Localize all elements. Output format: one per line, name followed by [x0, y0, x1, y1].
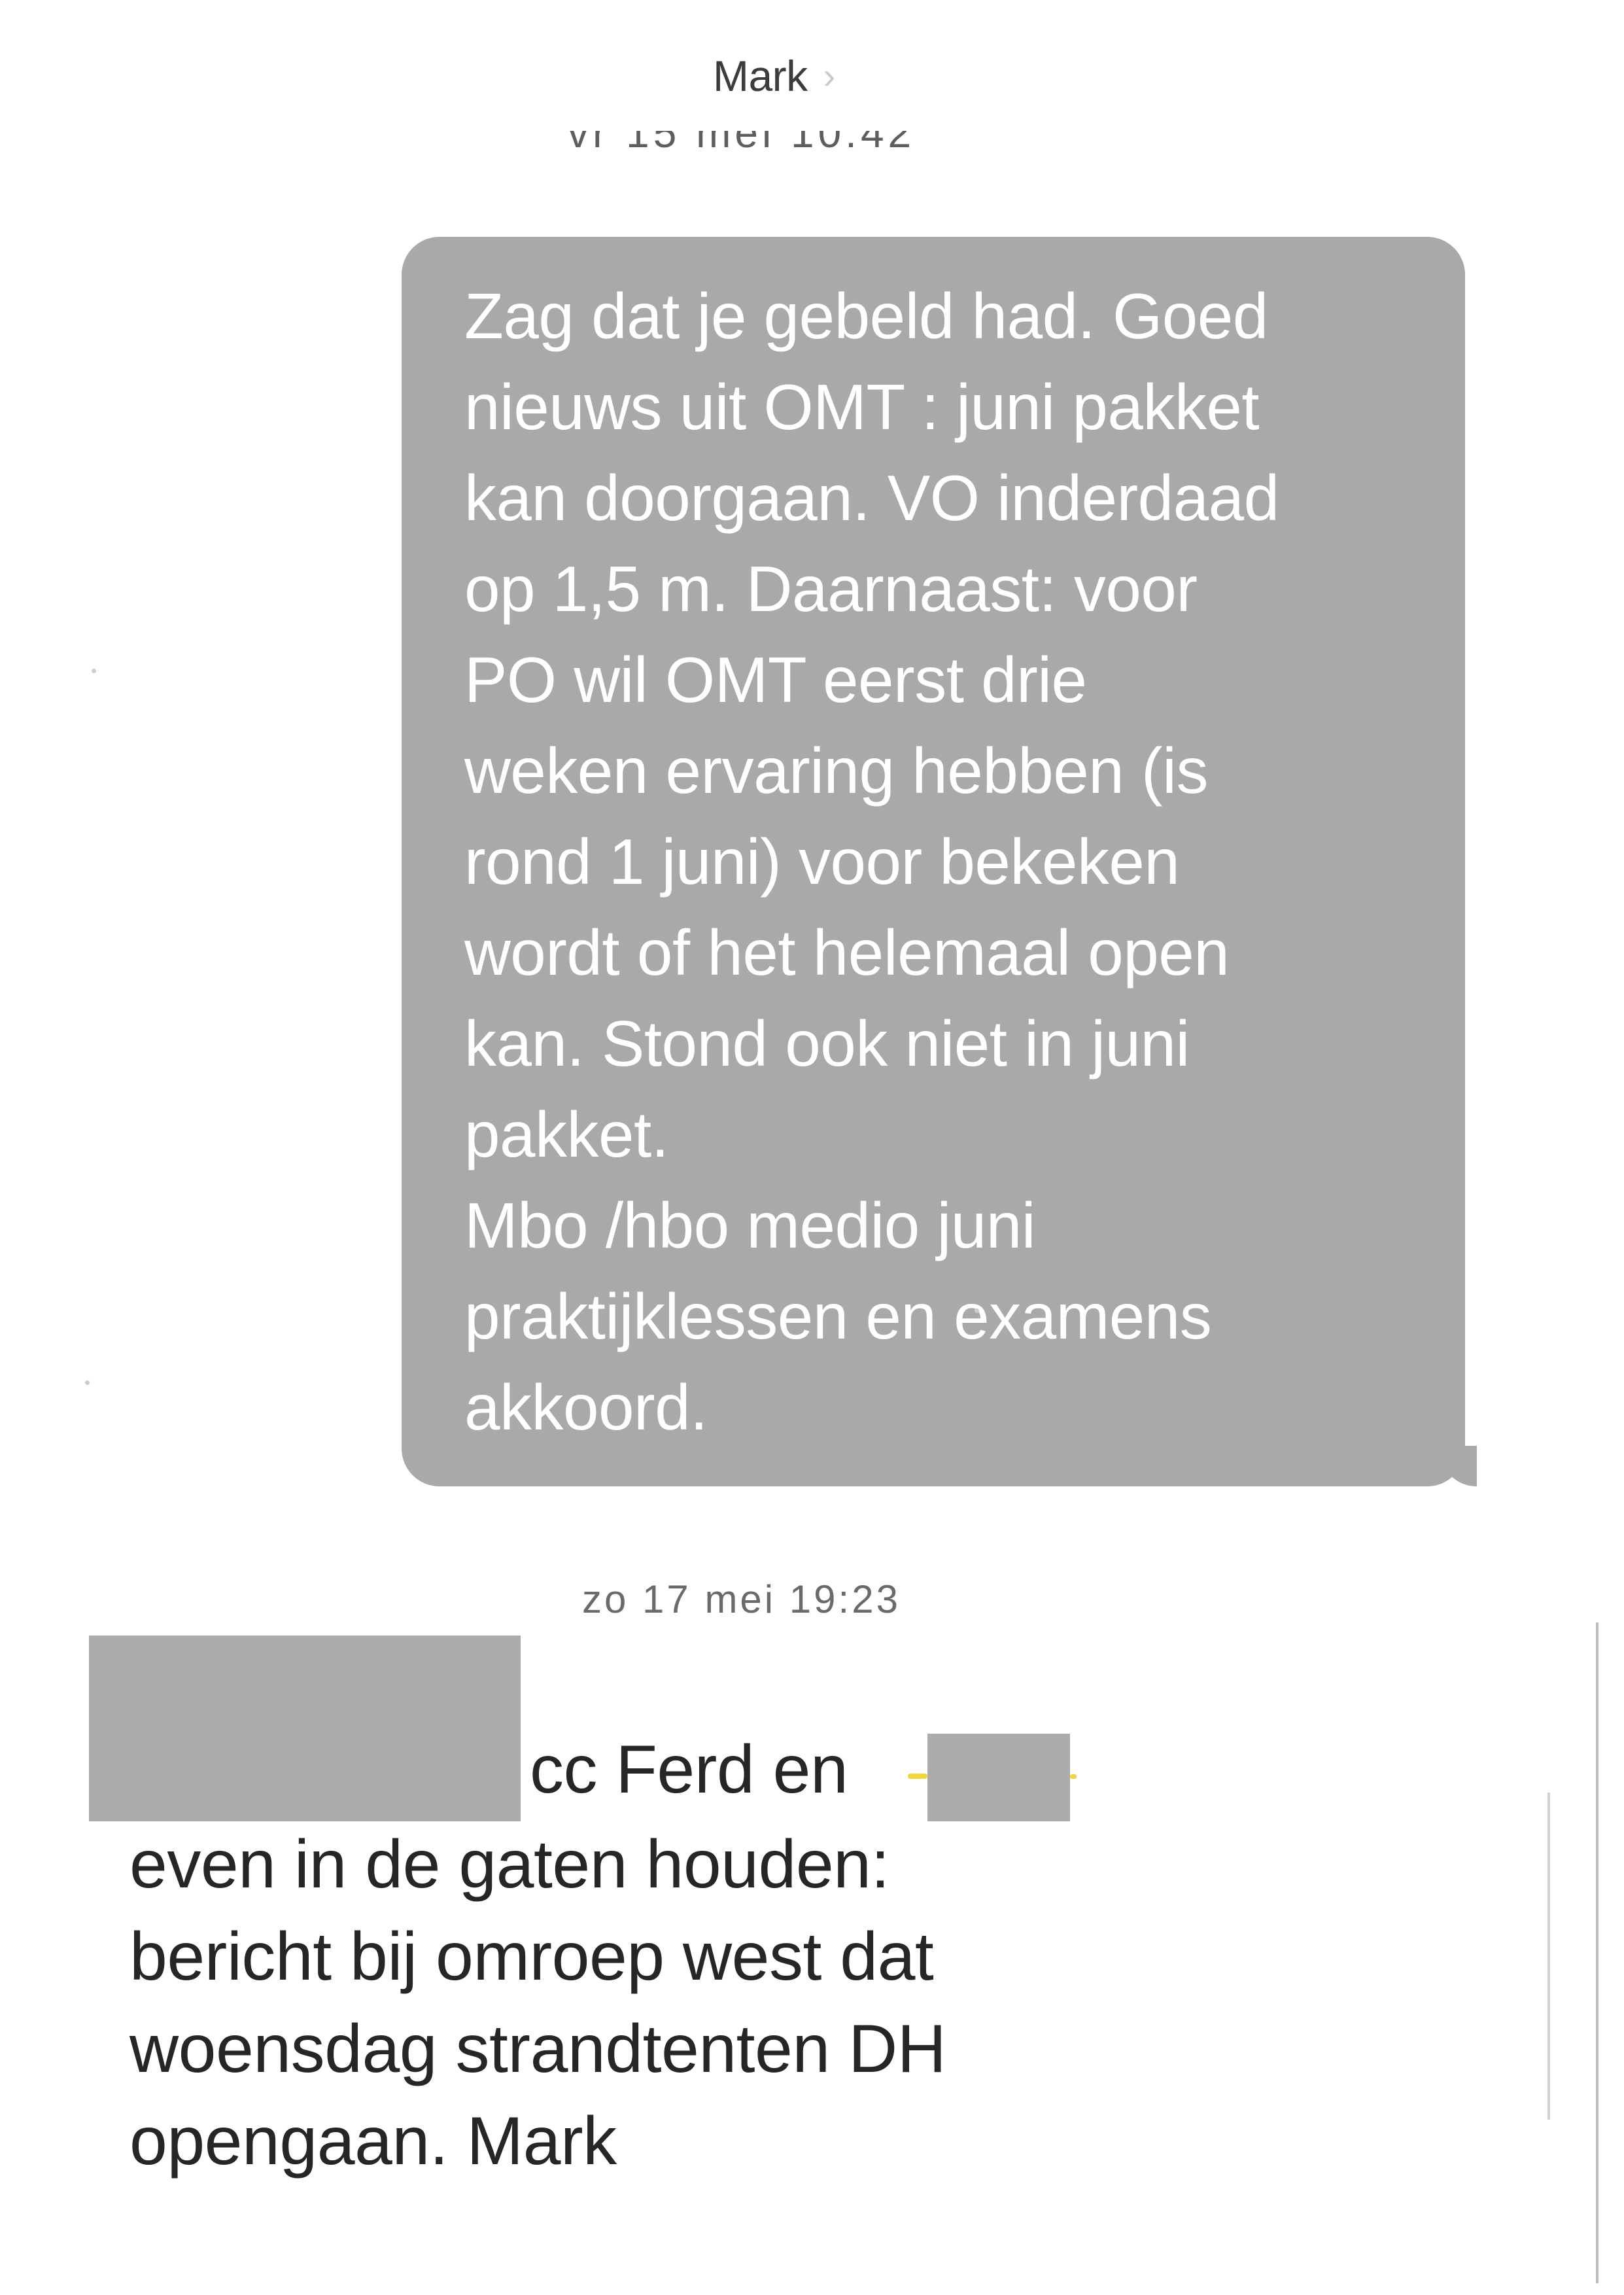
scan-speck	[85, 1380, 90, 1385]
message-timestamp-text: vr 15 mei 10:42	[568, 131, 916, 156]
scan-speck	[92, 669, 96, 673]
message-timestamp-cut: vr 15 mei 10:42	[568, 131, 986, 165]
highlight-mark	[1070, 1774, 1077, 1779]
contact-name[interactable]: Mark	[713, 51, 808, 101]
sent-message-first-line: cc Ferd en	[530, 1732, 848, 1808]
scan-speck	[975, 1308, 979, 1313]
received-message-text: Zag dat je gebeld had. Goed nieuws uit O…	[464, 280, 1279, 1443]
received-message-bubble[interactable]: Zag dat je gebeld had. Goed nieuws uit O…	[402, 237, 1465, 1486]
scan-artifact-line	[1596, 1622, 1598, 2283]
highlight-mark	[908, 1774, 927, 1779]
redaction-block	[89, 1636, 521, 1821]
scan-artifact-line	[1547, 1793, 1550, 2120]
message-timestamp: zo 17 mei 19:23	[582, 1577, 901, 1621]
sent-message-text: even in de gaten houden: bericht bij omr…	[130, 1827, 946, 2179]
conversation-header[interactable]: Mark ›	[713, 51, 835, 101]
chevron-right-icon[interactable]: ›	[823, 58, 836, 94]
redaction-block-inline	[927, 1734, 1070, 1821]
